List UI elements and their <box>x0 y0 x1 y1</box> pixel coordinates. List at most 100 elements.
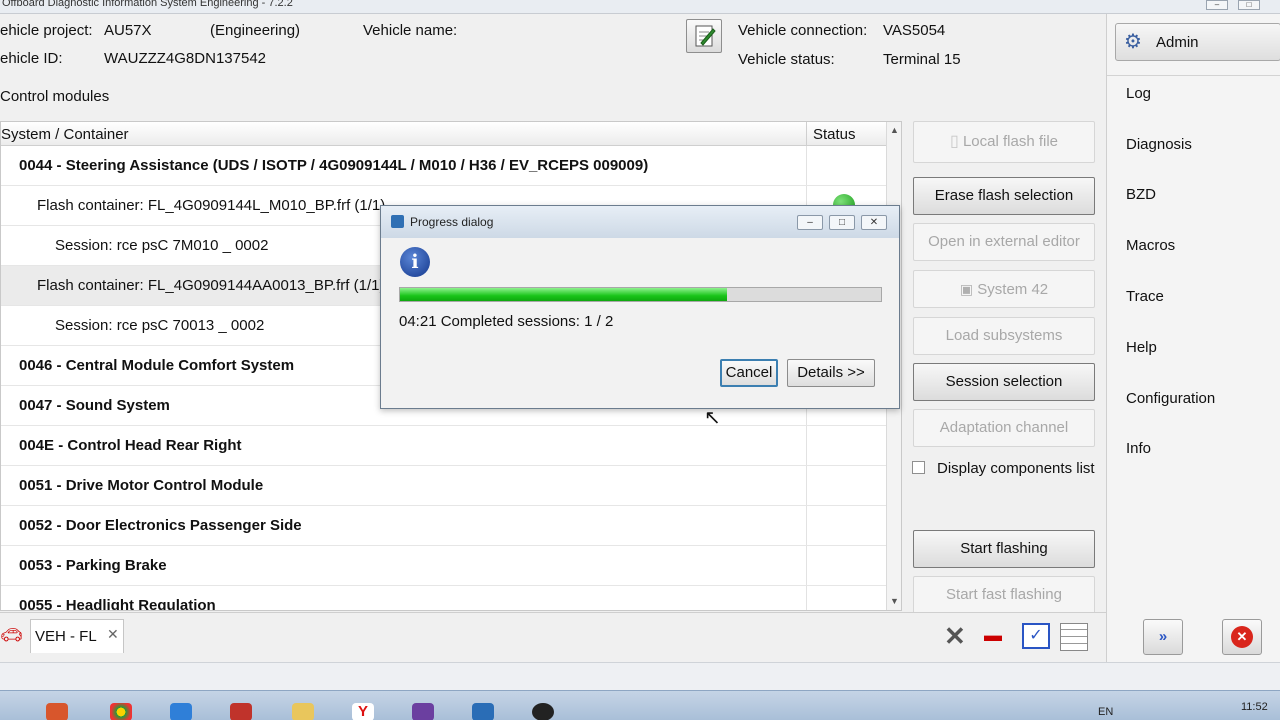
scroll-down-arrow-icon[interactable]: ▼ <box>890 596 899 606</box>
sidebar-item-bzd[interactable]: BZD <box>1126 186 1156 203</box>
progress-dialog: Progress dialog – □ ✕ i 04:21 Completed … <box>380 205 900 409</box>
folder-icon[interactable] <box>292 703 314 720</box>
vehicle-status-label: Vehicle status: <box>738 51 835 68</box>
control-modules-title: Control modules <box>0 88 110 105</box>
tab-label: VEH - FL <box>35 628 97 645</box>
sidebar: ⚙ Admin Log Diagnosis BZD Macros Trace H… <box>1106 14 1280 662</box>
column-header-status[interactable]: Status <box>813 126 856 143</box>
tree-row[interactable]: 0052 - Door Electronics Passenger Side <box>1 506 886 546</box>
status-strip <box>0 662 1280 690</box>
tree-row[interactable]: 0053 - Parking Brake <box>1 546 886 586</box>
admin-button[interactable]: ⚙ Admin <box>1115 23 1280 61</box>
vehicle-red-icon[interactable]: ▬ <box>984 625 1002 646</box>
tree-row-label: 0047 - Sound System <box>19 397 170 414</box>
tree-row-label: Flash container: FL_4G0909144AA0013_BP.f… <box>37 277 385 294</box>
tab-close-icon[interactable]: ✕ <box>107 626 119 643</box>
media-player-icon[interactable] <box>46 703 68 720</box>
system42-label: System 42 <box>977 281 1049 298</box>
dialog-title: Progress dialog <box>410 215 494 229</box>
dialog-close-button[interactable]: ✕ <box>861 215 887 230</box>
sidebar-item-trace[interactable]: Trace <box>1126 288 1164 305</box>
vehicle-header: ehicle project: AU57X (Engineering) Vehi… <box>0 14 1106 76</box>
tab-veh-fl[interactable]: VEH - FL ✕ <box>30 619 124 653</box>
vehicle-connection-value: VAS5054 <box>883 22 946 39</box>
vehicle-project-mode: (Engineering) <box>210 22 301 39</box>
language-indicator[interactable]: EN <box>1098 706 1113 718</box>
dialog-minimize-button[interactable]: – <box>797 215 823 230</box>
mouse-cursor-icon: ↖ <box>704 407 721 429</box>
edit-note-icon <box>695 25 716 47</box>
forward-button[interactable]: » <box>1143 619 1183 655</box>
details-button[interactable]: Details >> <box>787 359 875 387</box>
sidebar-item-help[interactable]: Help <box>1126 339 1157 356</box>
progress-bar <box>399 287 882 302</box>
sidebar-item-configuration[interactable]: Configuration <box>1126 390 1215 407</box>
column-separator <box>806 122 807 146</box>
tree-row-label: 0053 - Parking Brake <box>19 557 167 574</box>
vehicle-project-label: ehicle project: <box>0 22 93 39</box>
tree-row[interactable]: 004E - Control Head Rear Right <box>1 426 886 466</box>
app-icon[interactable] <box>412 703 434 720</box>
odis-icon[interactable] <box>472 703 494 720</box>
vehicle-status-value: Terminal 15 <box>883 51 961 68</box>
session-selection-button[interactable]: Session selection <box>913 363 1095 401</box>
edit-vehicle-button[interactable] <box>686 19 722 53</box>
file-icon: ▯ <box>949 133 959 150</box>
double-chevron-right-icon: » <box>1158 628 1168 645</box>
tree-row-label: Flash container: FL_4G0909144L_M010_BP.f… <box>37 197 386 214</box>
system42-icon: ▣ <box>959 281 974 297</box>
sidebar-item-log[interactable]: Log <box>1126 85 1151 102</box>
close-icon: ✕ <box>1231 626 1253 648</box>
chrome-icon[interactable] <box>110 703 132 720</box>
minimize-button[interactable]: – <box>1206 0 1228 10</box>
grid-table-icon[interactable] <box>1060 623 1088 651</box>
display-components-checkbox[interactable] <box>912 461 925 474</box>
tree-row[interactable]: 0044 - Steering Assistance (UDS / ISOTP … <box>1 146 886 186</box>
sidebar-item-macros[interactable]: Macros <box>1126 237 1175 254</box>
gear-icon: ⚙ <box>1124 31 1142 53</box>
sidebar-item-info[interactable]: Info <box>1126 440 1151 457</box>
tree-row-label: 004E - Control Head Rear Right <box>19 437 242 454</box>
scroll-up-arrow-icon[interactable]: ▲ <box>890 125 899 135</box>
clock[interactable]: 11:52 <box>1241 701 1268 713</box>
camera-icon[interactable] <box>532 703 554 720</box>
firefox-icon[interactable] <box>230 703 252 720</box>
start-flashing-button[interactable]: Start flashing <box>913 530 1095 568</box>
column-header-system[interactable]: System / Container <box>1 126 129 143</box>
tree-row[interactable]: 0055 - Headlight Regulation <box>1 586 886 610</box>
open-external-editor-button[interactable]: Open in external editor <box>913 223 1095 261</box>
tree-row[interactable]: 0051 - Drive Motor Control Module <box>1 466 886 506</box>
tree-row-label: 0052 - Door Electronics Passenger Side <box>19 517 302 534</box>
sidebar-item-diagnosis[interactable]: Diagnosis <box>1126 136 1192 153</box>
vehicle-id-value: WAUZZZ4G8DN137542 <box>104 50 266 67</box>
exit-button[interactable]: ✕ <box>1222 619 1262 655</box>
car-icon: 🚗︎ <box>0 625 23 645</box>
window-title: Offboard Diagnostic Information System E… <box>2 0 293 9</box>
info-icon: i <box>400 247 430 277</box>
tools-cross-icon[interactable]: ✕ <box>944 621 966 652</box>
local-flash-file-label: Local flash file <box>962 133 1059 150</box>
checklist-icon[interactable]: ✓ <box>1022 623 1050 649</box>
progress-status-text: 04:21 Completed sessions: 1 / 2 <box>399 313 614 330</box>
tree-row-label: 0051 - Drive Motor Control Module <box>19 477 264 494</box>
tree-row-label: 0046 - Central Module Comfort System <box>19 357 295 374</box>
cancel-button[interactable]: Cancel <box>720 359 778 387</box>
yandex-icon[interactable]: Y <box>352 703 374 720</box>
ie-icon[interactable] <box>170 703 192 720</box>
system42-button[interactable]: ▣ System 42 <box>913 270 1095 308</box>
local-flash-file-button[interactable]: ▯ Local flash file <box>913 121 1095 163</box>
dialog-titlebar: Progress dialog – □ ✕ <box>381 206 899 238</box>
vehicle-id-label: ehicle ID: <box>0 50 63 67</box>
bottom-toolbar: 🚗︎ VEH - FL ✕ ✕ ▬ ✓ <box>0 612 1106 662</box>
display-components-label: Display components list <box>937 460 1095 477</box>
tree-row-label: Session: rce psC 7M010 _ 0002 <box>55 237 269 254</box>
erase-flash-selection-button[interactable]: Erase flash selection <box>913 177 1095 215</box>
load-subsystems-button[interactable]: Load subsystems <box>913 317 1095 355</box>
vehicle-project-value: AU57X <box>104 22 152 39</box>
maximize-button[interactable]: □ <box>1238 0 1260 10</box>
dialog-maximize-button[interactable]: □ <box>829 215 855 230</box>
start-fast-flashing-button[interactable]: Start fast flashing <box>913 576 1095 614</box>
window-titlebar: Offboard Diagnostic Information System E… <box>0 0 1280 14</box>
adaptation-channel-button[interactable]: Adaptation channel <box>913 409 1095 447</box>
vehicle-connection-label: Vehicle connection: <box>738 22 868 39</box>
